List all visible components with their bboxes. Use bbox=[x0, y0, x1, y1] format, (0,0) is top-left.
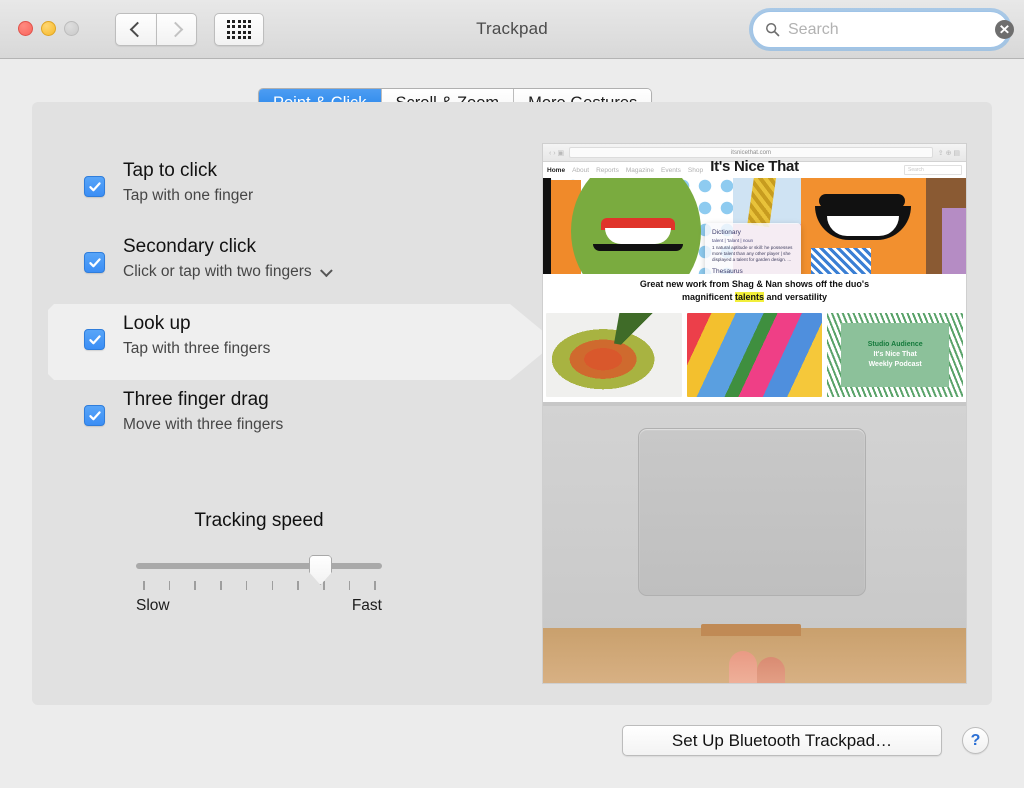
checkmark-icon bbox=[88, 334, 101, 344]
trackpad-surface bbox=[638, 428, 866, 596]
checkmark-icon bbox=[88, 181, 101, 191]
search-field[interactable]: ✕ bbox=[752, 11, 1014, 48]
caption-post: and versatility bbox=[764, 292, 828, 302]
podcast-card-inner: Studio Audience It's Nice That Weekly Po… bbox=[840, 323, 950, 387]
podcast-brand: It's Nice That bbox=[873, 351, 917, 359]
laptop-body bbox=[543, 406, 966, 628]
dictionary-popover: Dictionary talent | 'talənt | noun 1 nat… bbox=[705, 223, 801, 274]
option-subtitle: Tap with one finger bbox=[123, 187, 253, 205]
slider-ticks bbox=[143, 581, 376, 590]
option-subtitle-text: Click or tap with two fingers bbox=[123, 263, 312, 280]
search-input[interactable] bbox=[788, 20, 995, 39]
pop-art-face-right bbox=[801, 178, 966, 274]
studio-audience-podcast-card: Studio Audience It's Nice That Weekly Po… bbox=[827, 313, 964, 397]
safari-url-field: itsnicethat.com bbox=[569, 147, 933, 158]
popover-heading-dictionary: Dictionary bbox=[712, 229, 741, 236]
slider-max-label: Fast bbox=[351, 597, 382, 614]
option-subtitle-text: Tap with one finger bbox=[123, 187, 254, 204]
checkbox-look-up[interactable] bbox=[84, 329, 105, 350]
option-row-three-finger-drag[interactable]: Three finger drag Move with three finger… bbox=[58, 383, 528, 451]
slider-track[interactable] bbox=[136, 563, 382, 569]
option-title: Look up bbox=[123, 313, 191, 334]
option-title: Three finger drag bbox=[123, 389, 269, 410]
tracking-speed-slider[interactable]: Slow Fast bbox=[136, 555, 382, 614]
option-title: Secondary click bbox=[123, 236, 257, 257]
option-subtitle: Move with three fingers bbox=[123, 416, 283, 434]
settings-panel: Tap to click Tap with one finger Seconda… bbox=[32, 102, 992, 705]
slider-end-labels: Slow Fast bbox=[136, 597, 382, 615]
hero-artwork: Dictionary talent | 'talənt | noun 1 nat… bbox=[543, 178, 966, 274]
option-subtitle-text: Tap with three fingers bbox=[123, 340, 271, 357]
search-icon bbox=[766, 23, 780, 37]
caption-pre: magnificent bbox=[681, 292, 735, 302]
help-button[interactable]: ? bbox=[962, 727, 989, 754]
laptop-front-edge bbox=[701, 624, 801, 636]
tracking-speed-label: Tracking speed bbox=[194, 510, 324, 531]
highlighted-word: talents bbox=[734, 292, 764, 302]
article-caption: Great new work from Shag & Nan shows off… bbox=[543, 274, 966, 308]
trackpad-hardware-scene bbox=[543, 402, 966, 683]
protea-flower-photo bbox=[546, 313, 682, 397]
set-up-bluetooth-trackpad-button[interactable]: Set Up Bluetooth Trackpad… bbox=[622, 725, 942, 756]
popover-word: talent | 'talənt | noun bbox=[712, 238, 754, 243]
watercolor-abstract-photo bbox=[686, 313, 823, 397]
caption-line-1: Great new work from Shag & Nan shows off… bbox=[639, 279, 870, 289]
window-titlebar: Trackpad ✕ bbox=[0, 0, 1024, 59]
checkmark-icon bbox=[88, 257, 101, 267]
option-row-tap-to-click[interactable]: Tap to click Tap with one finger bbox=[58, 154, 528, 222]
finger-1 bbox=[729, 651, 757, 683]
podcast-title: Studio Audience bbox=[867, 341, 923, 349]
caption-line-2: magnificent talents and versatility bbox=[543, 291, 966, 304]
safari-right-icons: ⇪ ⊕ ▤ bbox=[937, 149, 960, 157]
option-subtitle-text: Move with three fingers bbox=[123, 416, 284, 433]
gesture-preview-video[interactable]: ‹ › ▣ itsnicethat.com ⇪ ⊕ ▤ Home About R… bbox=[542, 143, 967, 684]
option-title: Tap to click bbox=[123, 160, 217, 181]
podcast-subtitle: Weekly Podcast bbox=[868, 361, 922, 369]
checkbox-three-finger-drag[interactable] bbox=[84, 405, 105, 426]
clear-glyph: ✕ bbox=[998, 22, 1011, 37]
tracking-speed-group: Tracking speed Slow Fast bbox=[58, 510, 528, 614]
option-row-look-up[interactable]: Look up Tap with three fingers bbox=[58, 307, 528, 375]
checkbox-tap-to-click[interactable] bbox=[84, 176, 105, 197]
popover-definition: 1 natural aptitude or skill: he possesse… bbox=[712, 245, 793, 263]
option-subtitle: Click or tap with two fingers bbox=[123, 263, 333, 281]
slider-min-label: Slow bbox=[136, 597, 170, 614]
article-thumbnails: Studio Audience It's Nice That Weekly Po… bbox=[543, 308, 966, 402]
clear-search-icon[interactable]: ✕ bbox=[995, 20, 1014, 39]
preferences-window: Trackpad ✕ Point & Click Scroll & Zoom M… bbox=[0, 0, 1024, 788]
checkmark-icon bbox=[88, 410, 101, 420]
checkbox-secondary-click[interactable] bbox=[84, 252, 105, 273]
chevron-down-icon[interactable] bbox=[319, 264, 333, 278]
option-row-secondary-click[interactable]: Secondary click Click or tap with two fi… bbox=[58, 230, 528, 298]
option-subtitle: Tap with three fingers bbox=[123, 340, 270, 358]
finger-2 bbox=[757, 657, 785, 683]
safari-nav-icons: ‹ › ▣ bbox=[549, 149, 565, 157]
site-wordmark: It's Nice That bbox=[710, 158, 799, 175]
